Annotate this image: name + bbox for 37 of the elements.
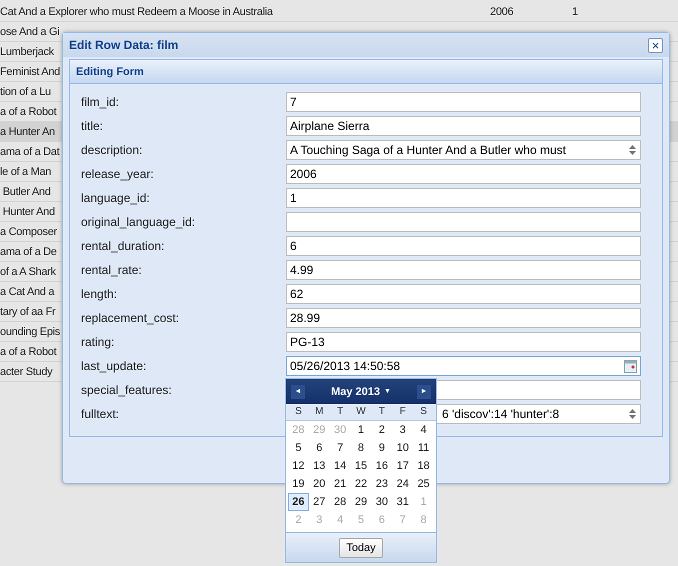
table-cell: acter Study <box>0 366 52 378</box>
table-cell: ama of a De <box>0 246 57 258</box>
field-label: fulltext: <box>81 407 120 421</box>
table-cell: a Cat And a <box>0 286 54 298</box>
table-cell: a Hunter An <box>0 126 55 138</box>
field-label: rental_rate: <box>81 263 143 277</box>
table-cell-text: Hunter And <box>2 206 55 218</box>
dialog-title: Edit Row Data: film <box>69 38 178 52</box>
table-cell: ama of a Dat <box>0 146 60 158</box>
table-cell-text: 1 <box>572 6 579 18</box>
field-label: description: <box>81 143 144 157</box>
table-cell: le of a Man <box>0 166 52 178</box>
table-cell: Feminist And <box>0 66 60 78</box>
table-cell: of a A Shark <box>0 266 56 278</box>
table-cell: ose And a Gi <box>0 26 60 38</box>
field-label: replacement_cost: <box>81 311 180 325</box>
panel-title: Editing Form <box>76 66 144 78</box>
field-label: language_id: <box>81 191 151 205</box>
table-cell-text: Butler And <box>2 186 51 198</box>
table-cell: ounding Epis <box>0 326 60 338</box>
field-label: last_update: <box>81 359 148 373</box>
table-cell: Cat And a Explorer who must Redeem a Moose in Australia <box>0 6 273 18</box>
table-cell-text: 2006 <box>490 6 514 18</box>
field-label: title: <box>81 119 104 133</box>
table-cell: tion of a Lu <box>0 86 51 98</box>
field-label: rental_duration: <box>81 239 166 253</box>
table-cell: a of a Robot <box>0 106 56 118</box>
table-cell: a of a Robot <box>0 346 56 358</box>
table-cell: Lumberjack <box>0 46 54 58</box>
field-label: release_year: <box>81 167 155 181</box>
table-cell: a Composer <box>0 226 57 238</box>
field-label: rating: <box>81 335 116 349</box>
field-label: special_features: <box>81 383 173 397</box>
field-label: length: <box>81 287 118 301</box>
field-label: film_id: <box>81 95 120 109</box>
table-cell: tary of aa Fr <box>0 306 56 318</box>
field-label: original_language_id: <box>81 215 196 229</box>
